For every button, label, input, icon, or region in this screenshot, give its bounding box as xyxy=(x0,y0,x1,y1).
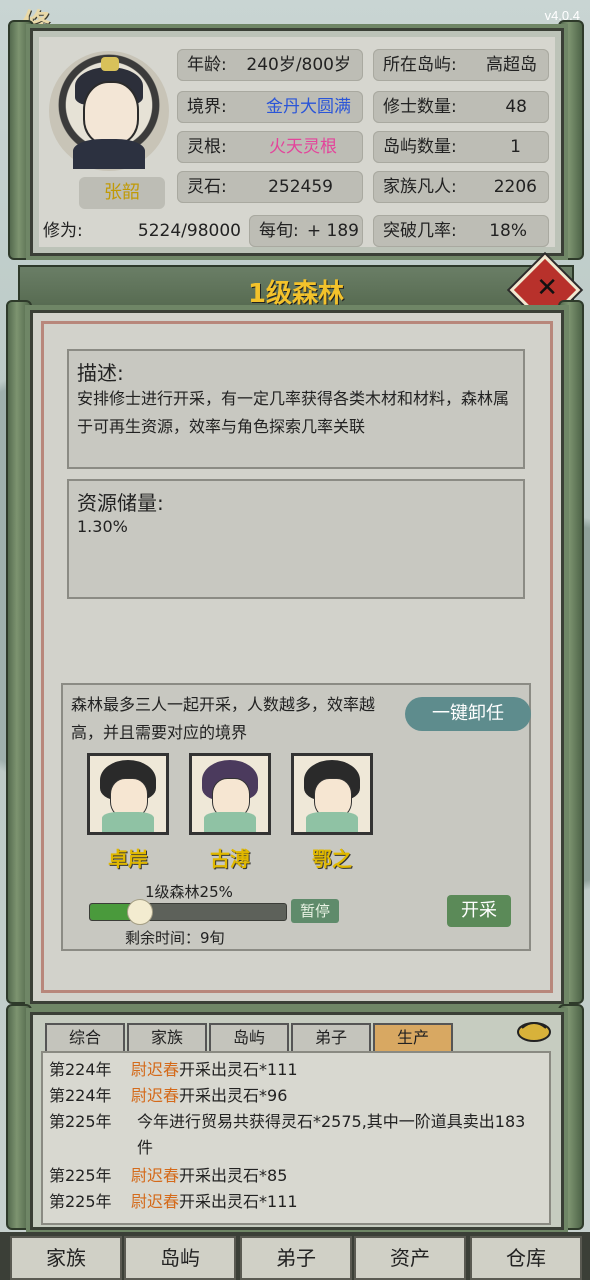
disciple-name-3: 鄂之 xyxy=(312,847,352,871)
bottom-nav: 家族 岛屿 弟子 资产 仓库 xyxy=(0,1232,590,1280)
tab-disciple[interactable]: 弟子 xyxy=(291,1023,371,1051)
cultivator-count-stat: 修士数量: 48 xyxy=(373,91,549,123)
disciple-name-2: 古溥 xyxy=(210,847,250,871)
disciple-slot-3[interactable] xyxy=(291,753,373,835)
progress-label: 1级森林25% xyxy=(145,883,233,901)
avatar[interactable] xyxy=(49,51,169,171)
bamboo-left-mid xyxy=(6,300,32,1004)
progress-knob xyxy=(127,899,153,925)
unassign-all-button[interactable]: 一键卸任 xyxy=(405,697,531,731)
profile-panel: 张韶 年龄: 240岁/800岁 所在岛屿: 高超岛 境界: 金丹大圆满 修士数量: 4… xyxy=(30,28,564,256)
scroll-icon[interactable] xyxy=(514,1016,554,1044)
list-item: 第225年 尉迟春开采出灵石*85 xyxy=(49,1166,288,1185)
dialog-title-bar: 1级森林 xyxy=(18,265,574,313)
spirit-root-stat: 灵根: 火天灵根 xyxy=(177,131,363,163)
description-heading: 描述: xyxy=(77,361,124,385)
disciple-slot-2[interactable] xyxy=(189,753,271,835)
tab-family[interactable]: 家族 xyxy=(127,1023,207,1051)
nav-assets[interactable]: 资产 xyxy=(354,1236,466,1280)
work-panel: 森林最多三人一起开采，人数越多，效率越高，并且需要对应的境界 一键卸任 卓岸 古… xyxy=(61,683,531,951)
island-stat: 所在岛屿: 高超岛 xyxy=(373,49,549,81)
dialog-title: 1级森林 xyxy=(247,279,345,309)
tab-island[interactable]: 岛屿 xyxy=(209,1023,289,1051)
nav-disciple[interactable]: 弟子 xyxy=(240,1236,352,1280)
realm-stat: 境界: 金丹大圆满 xyxy=(177,91,363,123)
close-x-icon: ✕ xyxy=(536,272,559,303)
forest-dialog: 描述: 安排修士进行开采，有一定几率获得各类木材和材料，森林属于可再生资源，效率… xyxy=(30,310,564,1004)
breakthrough-stat: 突破几率: 18% xyxy=(373,215,549,247)
mortal-count-stat: 家族凡人: 2206 xyxy=(373,171,549,203)
work-description: 森林最多三人一起开采，人数越多，效率越高，并且需要对应的境界 xyxy=(71,695,376,742)
island-count-stat: 岛屿数量: 1 xyxy=(373,131,549,163)
list-item: 第225年 尉迟春开采出灵石*111 xyxy=(49,1192,298,1211)
description-box: 描述: 安排修士进行开采，有一定几率获得各类木材和材料，森林属于可再生资源，效率… xyxy=(67,349,525,469)
log-list[interactable]: 第224年 尉迟春开采出灵石*111 第224年 尉迟春开采出灵石*96 第225年… xyxy=(41,1051,551,1225)
disciple-slot-1[interactable] xyxy=(87,753,169,835)
description-text: 安排修士进行开采，有一定几率获得各类木材和材料，森林属于可再生资源，效率与角色探… xyxy=(77,389,510,436)
bamboo-left-bottom xyxy=(6,1004,32,1230)
remaining-time: 剩余时间：9旬 xyxy=(125,929,225,947)
reserve-box: 资源储量: 1.30% xyxy=(67,479,525,599)
per-xun-stat: 每旬: + 189 xyxy=(249,215,363,247)
list-item: 第224年 尉迟春开采出灵石*111 xyxy=(49,1060,298,1079)
pause-button[interactable]: 暂停 xyxy=(291,899,339,923)
tab-general[interactable]: 综合 xyxy=(45,1023,125,1051)
age-stat: 年龄: 240岁/800岁 xyxy=(177,49,363,81)
spirit-stone-stat: 灵石: 252459 xyxy=(177,171,363,203)
log-panel: 综合 家族 岛屿 弟子 生产 第224年 尉迟春开采出灵石*111 第224年 尉迟… xyxy=(30,1012,564,1230)
disciple-name-1: 卓岸 xyxy=(108,847,148,871)
reserve-heading: 资源储量: xyxy=(77,491,164,515)
nav-family[interactable]: 家族 xyxy=(10,1236,122,1280)
character-name: 张韶 xyxy=(79,177,165,209)
reserve-value: 1.30% xyxy=(77,517,128,536)
progress-bar xyxy=(89,899,287,925)
nav-warehouse[interactable]: 仓库 xyxy=(470,1236,582,1280)
tab-production[interactable]: 生产 xyxy=(373,1023,453,1051)
list-item: 第224年 尉迟春开采出灵石*96 xyxy=(49,1086,288,1105)
list-item: 第225年 今年进行贸易共获得灵石*2575,其中一阶道具卖出183件 xyxy=(49,1112,526,1157)
start-mining-button[interactable]: 开采 xyxy=(447,895,511,927)
cultivation-stat: 修为: 5224/98000 xyxy=(43,221,241,241)
nav-island[interactable]: 岛屿 xyxy=(124,1236,236,1280)
